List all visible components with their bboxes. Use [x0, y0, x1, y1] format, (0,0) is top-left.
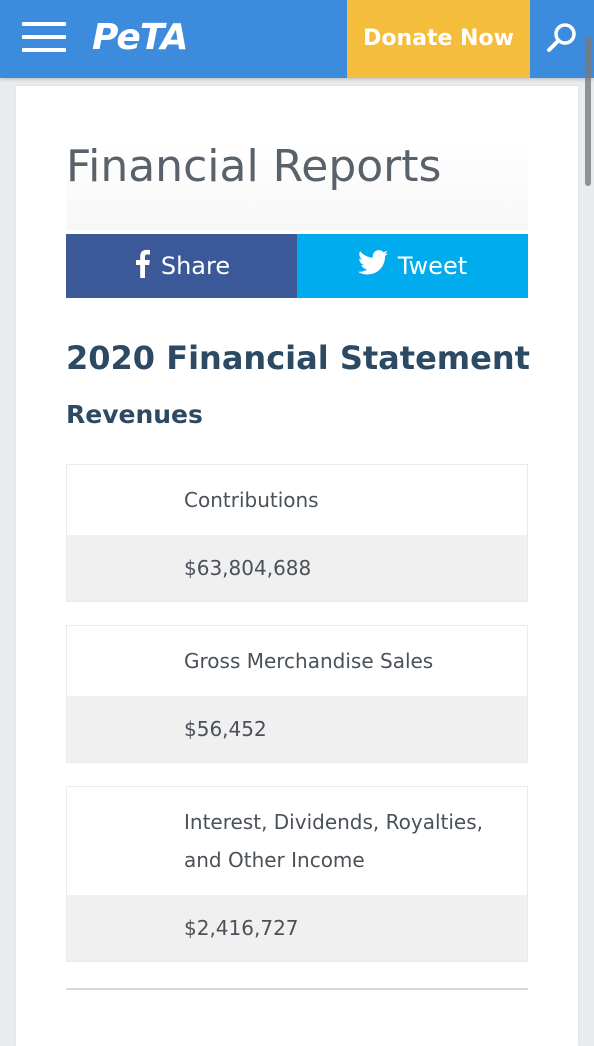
- share-buttons: Share Tweet: [66, 234, 528, 298]
- twitter-bird-icon: [357, 250, 388, 282]
- page-title: Financial Reports: [66, 140, 528, 230]
- peta-logo[interactable]: PeTA: [92, 14, 188, 62]
- revenue-label: Interest, Dividends, Royalties, and Othe…: [67, 787, 527, 895]
- revenue-item: Contributions $63,804,688: [66, 464, 528, 602]
- revenue-label: Contributions: [67, 465, 527, 535]
- revenue-value: $2,416,727: [67, 895, 527, 961]
- section-divider: [66, 988, 528, 990]
- tweet-label: Tweet: [397, 252, 468, 280]
- facebook-share-button[interactable]: Share: [66, 234, 297, 298]
- page-scrollbar[interactable]: [585, 36, 591, 186]
- revenue-value: $56,452: [67, 696, 527, 762]
- site-header: PeTA Donate Now: [0, 0, 594, 78]
- revenue-item: Interest, Dividends, Royalties, and Othe…: [66, 786, 528, 962]
- revenue-item: Gross Merchandise Sales $56,452: [66, 625, 528, 763]
- donate-now-button[interactable]: Donate Now: [347, 0, 530, 78]
- twitter-tweet-button[interactable]: Tweet: [297, 234, 528, 298]
- revenues-heading: Revenues: [66, 400, 203, 429]
- statement-title: 2020 Financial Statement: [66, 339, 530, 377]
- facebook-icon: [133, 248, 151, 284]
- share-label: Share: [160, 252, 231, 280]
- revenue-label: Gross Merchandise Sales: [67, 626, 527, 696]
- revenue-value: $63,804,688: [67, 535, 527, 601]
- hamburger-menu-icon[interactable]: [22, 20, 68, 54]
